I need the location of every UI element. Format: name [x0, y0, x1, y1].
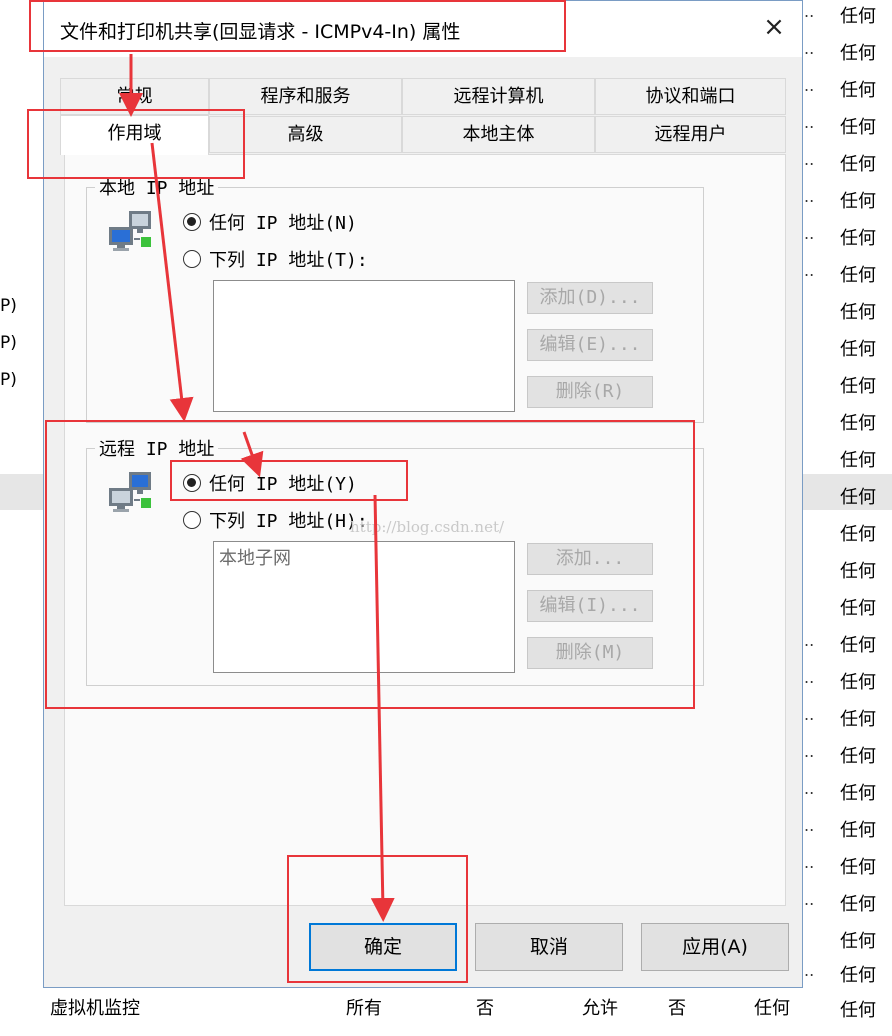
arrow-to-ok — [370, 494, 395, 922]
annotation-arrows — [119, 54, 395, 922]
arrow-tab-to-remote — [150, 142, 194, 422]
arrow-to-any-ip — [240, 431, 264, 478]
